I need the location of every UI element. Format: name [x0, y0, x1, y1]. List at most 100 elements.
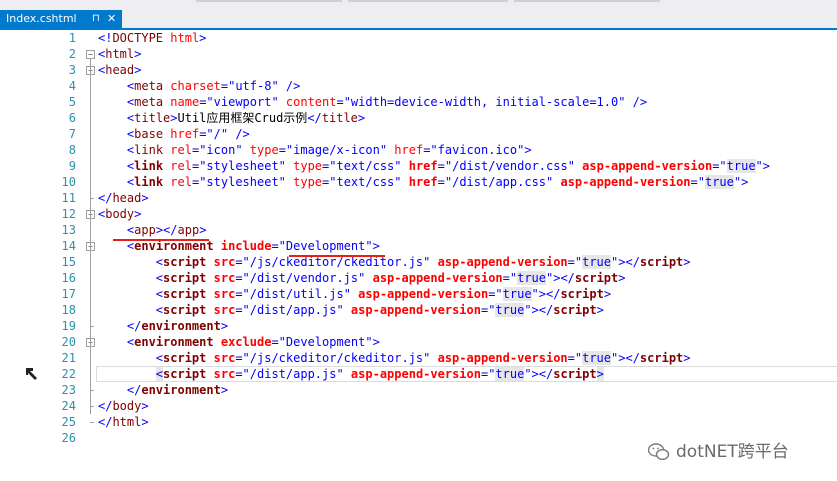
code-token: <: [155, 303, 164, 317]
code-line[interactable]: 24 </body>: [0, 398, 837, 414]
code-token: Development: [285, 239, 366, 253]
code-token: src: [213, 271, 236, 285]
code-token: ": [235, 143, 250, 157]
code-token: ": [358, 271, 373, 285]
code-token: ">: [733, 175, 749, 189]
close-icon[interactable]: ✕: [107, 10, 116, 28]
code-token: "></: [611, 255, 640, 269]
code-token: >: [596, 303, 604, 317]
code-token: " />: [271, 79, 301, 93]
fold-guide: [90, 250, 91, 318]
code-line[interactable]: 18 <script src="/dist/app.js" asp-append…: [0, 302, 837, 318]
code-token: src: [213, 351, 236, 365]
code-line[interactable]: 8 <link rel="icon" type="image/x-icon" h…: [0, 142, 837, 158]
line-number: 23: [61, 383, 76, 397]
wechat-icon: [647, 443, 670, 461]
line-number: 17: [61, 287, 76, 301]
line-number: 11: [61, 191, 76, 205]
code-token: href: [408, 175, 438, 189]
code-line[interactable]: 6 <title>Util应用框架Crud示例</title>: [0, 110, 837, 126]
code-token: ">: [365, 239, 380, 253]
code-token: =": [480, 367, 496, 381]
line-number: 5: [68, 95, 76, 109]
code-line[interactable]: 1 <!DOCTYPE html>: [0, 30, 837, 46]
code-line[interactable]: 13 <app></app>: [0, 222, 837, 238]
code-token: =": [567, 255, 583, 269]
line-number: 21: [61, 351, 76, 365]
code-token: true: [704, 175, 734, 189]
fold-guide-end: [90, 326, 94, 327]
code-line[interactable]: 3−<head>: [0, 62, 837, 78]
code-token: asp-append-version: [358, 287, 489, 301]
code-token: /dist/app.js: [249, 303, 337, 317]
code-line[interactable]: 23 </environment>: [0, 382, 837, 398]
code-token: link: [134, 143, 164, 157]
code-token: ": [336, 367, 351, 381]
code-token: >: [220, 383, 229, 397]
code-token: =": [191, 143, 207, 157]
code-line[interactable]: 19 </environment>: [0, 318, 837, 334]
code-token: </: [126, 319, 142, 333]
code-line[interactable]: 4 <meta charset="utf-8" />: [0, 78, 837, 94]
code-text: <title>Util应用框架Crud示例</title>: [98, 110, 365, 126]
code-token: ">: [365, 335, 380, 349]
code-line[interactable]: 22 <script src="/dist/app.js" asp-append…: [0, 366, 837, 382]
line-number: 16: [61, 271, 76, 285]
code-token: viewport: [213, 95, 272, 109]
code-line[interactable]: 16 <script src="/dist/vendor.js" asp-app…: [0, 270, 837, 286]
code-token: script: [639, 351, 684, 365]
watermark: dotNET跨平台: [647, 437, 789, 462]
code-token: "></: [524, 303, 554, 317]
line-number: 13: [61, 223, 76, 237]
code-line[interactable]: 5 <meta name="viewport" content="width=d…: [0, 94, 837, 110]
code-line[interactable]: 21 <script src="/js/ckeditor/ckeditor.js…: [0, 350, 837, 366]
code-line[interactable]: 17 <script src="/dist/util.js" asp-appen…: [0, 286, 837, 302]
code-token: app: [134, 223, 156, 237]
code-line[interactable]: 9 <link rel="stylesheet" type="text/css"…: [0, 158, 837, 174]
code-token: src: [213, 367, 236, 381]
code-token: /js/ckeditor/ckeditor.js: [249, 255, 424, 269]
code-token: ">: [755, 159, 770, 173]
code-line[interactable]: 7 <base href="/" />: [0, 126, 837, 142]
code-text: <environment exclude="Development">: [98, 334, 380, 350]
code-token: >: [141, 399, 149, 413]
code-token: environment: [141, 319, 221, 333]
code-text: <!DOCTYPE html>: [98, 30, 206, 46]
code-line[interactable]: 15 <script src="/js/ckeditor/ckeditor.js…: [0, 254, 837, 270]
code-token: =": [712, 159, 727, 173]
code-token: =": [235, 287, 250, 301]
code-token: asp-append-version: [350, 367, 481, 381]
code-token: script: [574, 271, 619, 285]
line-number: 25: [61, 415, 76, 429]
tab-index-cshtml[interactable]: Index.cshtml ⊓ ✕: [0, 10, 122, 28]
code-token: html: [112, 415, 142, 429]
code-token: type: [249, 143, 279, 157]
pin-icon[interactable]: ⊓: [92, 10, 100, 28]
line-number: 8: [68, 143, 76, 157]
code-line[interactable]: 11 </head>: [0, 190, 837, 206]
code-token: =": [235, 255, 250, 269]
annotation-underline-development: [289, 255, 385, 257]
code-line[interactable]: 2− <html>: [0, 46, 837, 62]
code-line[interactable]: 20− <environment exclude="Development">: [0, 334, 837, 350]
code-token: =": [480, 303, 496, 317]
code-token: script: [553, 303, 597, 317]
code-line[interactable]: 12−<body>: [0, 206, 837, 222]
code-line[interactable]: 10 <link rel="stylesheet" type="text/css…: [0, 174, 837, 190]
code-token: src: [213, 255, 236, 269]
code-token: asp-append-version: [437, 351, 568, 365]
code-token: "></: [531, 287, 561, 301]
code-token: =": [191, 159, 207, 173]
code-token: >: [683, 255, 691, 269]
code-line[interactable]: 25 </html>: [0, 414, 837, 430]
code-token: /dist/vendor.css: [452, 159, 568, 173]
code-token: ": [394, 175, 409, 189]
